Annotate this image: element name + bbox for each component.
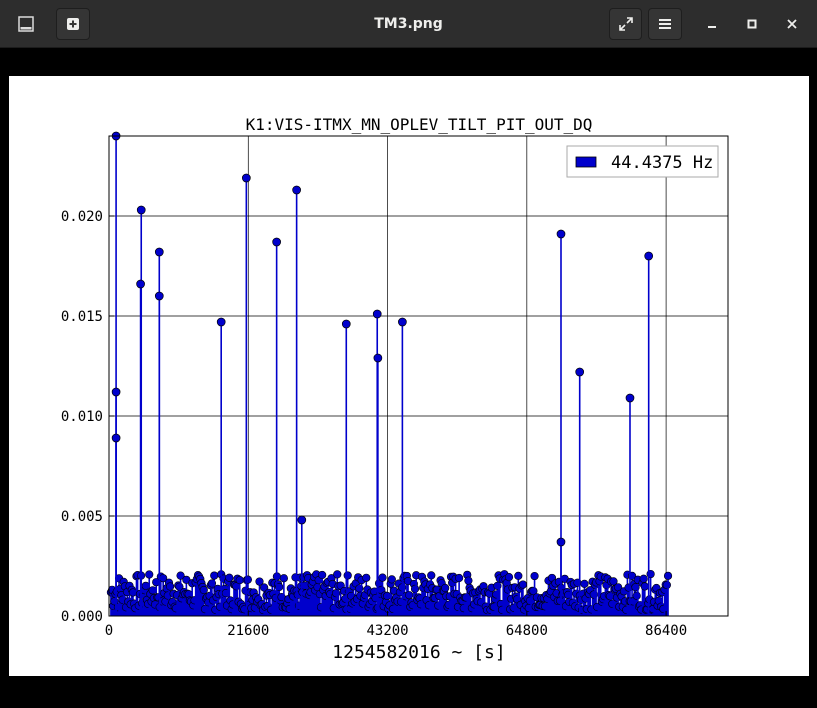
menu-icon [658, 17, 672, 31]
peak-marker [556, 229, 566, 239]
baseline-marker [279, 574, 288, 583]
peak-marker [154, 291, 164, 301]
peak-marker [136, 279, 145, 289]
y-tick-label: 0.015 [61, 309, 103, 325]
y-tick-label: 0.010 [61, 409, 103, 425]
baseline-marker [210, 571, 219, 580]
close-button[interactable] [776, 8, 808, 40]
peak-marker [241, 173, 251, 183]
x-tick-label: 0 [105, 623, 113, 639]
baseline-marker [504, 573, 514, 582]
peak-marker [111, 433, 121, 443]
peak-marker [644, 251, 654, 261]
baseline-marker [343, 571, 352, 580]
peak-marker [398, 317, 407, 327]
baseline-marker [464, 576, 473, 585]
x-tick-label: 86400 [645, 623, 687, 639]
window-title: TM3.png [374, 16, 443, 32]
y-tick-label: 0.000 [61, 609, 103, 625]
baseline-marker [225, 573, 234, 582]
peak-marker [625, 393, 635, 403]
peak-marker [297, 515, 307, 525]
maximize-button[interactable] [736, 8, 768, 40]
baseline-marker [318, 570, 327, 580]
grid [109, 136, 728, 616]
baseline-marker [333, 570, 342, 579]
y-tick-label: 0.020 [61, 209, 103, 225]
legend-entry: 44.4375 Hz [611, 153, 713, 173]
baseline-marker [199, 585, 208, 595]
baseline-marker [441, 583, 450, 593]
peak-marker [292, 185, 301, 195]
fullscreen-icon [618, 16, 634, 32]
peak-marker [272, 237, 281, 247]
maximize-icon [746, 18, 758, 30]
minimize-icon [706, 18, 718, 30]
baseline-marker [378, 573, 387, 582]
chart-title: K1:VIS-ITMX_MN_OPLEV_TILT_PIT_OUT_DQ [246, 115, 593, 134]
title-bar: TM3.png [0, 0, 817, 48]
baseline-marker [141, 581, 150, 590]
baseline-marker [580, 579, 589, 589]
y-axis-ticks: 0.000 0.005 0.010 0.015 0.020 [61, 209, 114, 625]
plot-frame [108, 135, 729, 617]
baseline-marker [148, 586, 157, 595]
baseline-marker [514, 571, 523, 580]
peak-marker [575, 367, 585, 377]
baseline-marker [145, 570, 154, 579]
baseline-noise [106, 569, 673, 616]
baseline-marker [455, 573, 464, 583]
peak-marker [341, 319, 351, 329]
minimize-button[interactable] [696, 8, 728, 40]
baseline-marker [405, 591, 414, 600]
baseline-marker [128, 588, 138, 597]
x-tick-label: 43200 [366, 623, 408, 639]
close-icon [786, 18, 798, 30]
baseline-marker [518, 580, 528, 589]
baseline-marker [662, 580, 671, 590]
baseline-marker [410, 584, 420, 593]
fullscreen-button[interactable] [609, 8, 642, 40]
baseline-marker [387, 575, 396, 584]
legend-swatch [575, 156, 597, 168]
menu-button[interactable] [648, 8, 682, 40]
baseline-marker [530, 571, 539, 581]
peak-marker [111, 387, 121, 397]
x-tick-label: 21600 [227, 623, 269, 639]
peak-marker [136, 205, 146, 215]
legend: 44.4375 Hz [566, 145, 719, 178]
stem-chart: K1:VIS-ITMX_MN_OPLEV_TILT_PIT_OUT_DQ 0 21… [61, 115, 729, 663]
peak-stems [111, 131, 654, 616]
image-viewport: K1:VIS-ITMX_MN_OPLEV_TILT_PIT_OUT_DQ 0 21… [0, 48, 817, 708]
peak-marker [372, 309, 382, 319]
baseline-marker [639, 574, 648, 583]
peak-marker [556, 537, 566, 547]
baseline-marker [663, 571, 673, 580]
baseline-marker [640, 582, 649, 591]
baseline-marker [243, 575, 252, 584]
peak-marker [373, 353, 383, 363]
baseline-marker [166, 582, 175, 591]
baseline-marker [632, 591, 641, 600]
peak-marker [154, 247, 164, 257]
x-tick-label: 64800 [506, 623, 548, 639]
y-tick-label: 0.005 [61, 509, 103, 525]
baseline-marker [427, 571, 436, 580]
x-axis-label: 1254582016 ~ [s] [332, 642, 505, 663]
plot-image: K1:VIS-ITMX_MN_OPLEV_TILT_PIT_OUT_DQ 0 21… [9, 76, 809, 676]
baseline-marker [605, 592, 615, 601]
baseline-marker [362, 573, 371, 582]
baseline-marker [235, 576, 244, 585]
peak-marker [216, 317, 226, 327]
baseline-marker [383, 591, 392, 601]
